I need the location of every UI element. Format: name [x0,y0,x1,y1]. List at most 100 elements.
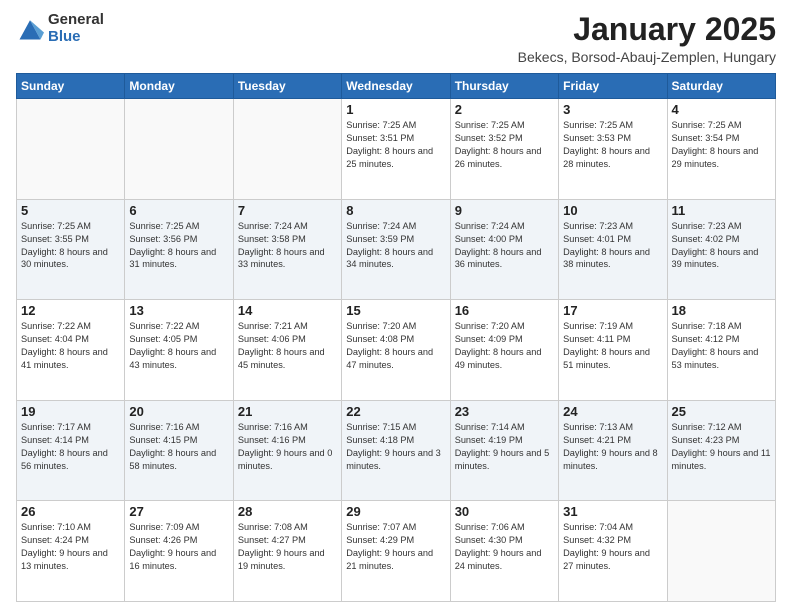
calendar-week-row: 12 Sunrise: 7:22 AM Sunset: 4:04 PM Dayli… [17,300,776,401]
day-number: 26 [21,504,120,519]
day-number: 22 [346,404,445,419]
col-sunday: Sunday [17,74,125,99]
day-number: 16 [455,303,554,318]
table-row: 14 Sunrise: 7:21 AM Sunset: 4:06 PM Dayli… [233,300,341,401]
table-row: 20Sunrise: 7:16 AM Sunset: 4:15 PM Dayli… [125,400,233,501]
day-number: 15 [346,303,445,318]
table-row: 16 Sunrise: 7:20 AM Sunset: 4:09 PM Dayli… [450,300,558,401]
title-month: January 2025 [518,12,776,47]
day-info: Sunrise: 7:25 AM Sunset: 3:52 PM Dayligh… [455,119,554,171]
table-row: 25 Sunrise: 7:12 AM Sunset: 4:23 PM Dayli… [667,400,775,501]
day-info: Sunrise: 7:17 AM Sunset: 4:14 PM Dayligh… [21,421,120,473]
day-number: 14 [238,303,337,318]
col-thursday: Thursday [450,74,558,99]
title-block: January 2025 Bekecs, Borsod-Abauj-Zemple… [518,12,776,65]
day-info: Sunrise: 7:20 AM Sunset: 4:09 PM Dayligh… [455,320,554,372]
calendar-week-row: 1 Sunrise: 7:25 AM Sunset: 3:51 PM Daylig… [17,99,776,200]
day-number: 6 [129,203,228,218]
header: General Blue January 2025 Bekecs, Borsod… [16,12,776,65]
logo-text: General Blue [48,12,104,45]
table-row: 2 Sunrise: 7:25 AM Sunset: 3:52 PM Daylig… [450,99,558,200]
day-info: Sunrise: 7:23 AM Sunset: 4:01 PM Dayligh… [563,220,662,272]
day-info: Sunrise: 7:22 AM Sunset: 4:04 PM Dayligh… [21,320,120,372]
day-number: 7 [238,203,337,218]
table-row: 27 Sunrise: 7:09 AM Sunset: 4:26 PM Dayli… [125,501,233,602]
day-info: Sunrise: 7:24 AM Sunset: 4:00 PM Dayligh… [455,220,554,272]
calendar-table: Sunday Monday Tuesday Wednesday Thursday… [16,73,776,602]
table-row: 28 Sunrise: 7:08 AM Sunset: 4:27 PM Dayli… [233,501,341,602]
day-info: Sunrise: 7:13 AM Sunset: 4:21 PM Dayligh… [563,421,662,473]
day-number: 10 [563,203,662,218]
table-row: 30 Sunrise: 7:06 AM Sunset: 4:30 PM Dayli… [450,501,558,602]
calendar-week-row: 26 Sunrise: 7:10 AM Sunset: 4:24 PM Dayli… [17,501,776,602]
day-info: Sunrise: 7:25 AM Sunset: 3:51 PM Dayligh… [346,119,445,171]
day-number: 8 [346,203,445,218]
table-row: 23Sunrise: 7:14 AM Sunset: 4:19 PM Dayli… [450,400,558,501]
logo-general-text: General [48,12,104,29]
day-info: Sunrise: 7:15 AM Sunset: 4:18 PM Dayligh… [346,421,445,473]
day-number: 1 [346,102,445,117]
day-info: Sunrise: 7:25 AM Sunset: 3:56 PM Dayligh… [129,220,228,272]
day-number: 5 [21,203,120,218]
day-info: Sunrise: 7:21 AM Sunset: 4:06 PM Dayligh… [238,320,337,372]
day-info: Sunrise: 7:25 AM Sunset: 3:53 PM Dayligh… [563,119,662,171]
table-row: 1 Sunrise: 7:25 AM Sunset: 3:51 PM Daylig… [342,99,450,200]
day-number: 13 [129,303,228,318]
day-number: 29 [346,504,445,519]
table-row: 31Sunrise: 7:04 AM Sunset: 4:32 PM Dayli… [559,501,667,602]
table-row: 10 Sunrise: 7:23 AM Sunset: 4:01 PM Dayli… [559,199,667,300]
day-info: Sunrise: 7:18 AM Sunset: 4:12 PM Dayligh… [672,320,771,372]
logo-icon [16,15,44,43]
day-info: Sunrise: 7:10 AM Sunset: 4:24 PM Dayligh… [21,521,120,573]
col-saturday: Saturday [667,74,775,99]
logo: General Blue [16,12,104,45]
day-number: 19 [21,404,120,419]
day-info: Sunrise: 7:12 AM Sunset: 4:23 PM Dayligh… [672,421,771,473]
day-number: 30 [455,504,554,519]
col-monday: Monday [125,74,233,99]
day-number: 17 [563,303,662,318]
table-row: 24 Sunrise: 7:13 AM Sunset: 4:21 PM Dayli… [559,400,667,501]
day-number: 25 [672,404,771,419]
day-number: 24 [563,404,662,419]
table-row [125,99,233,200]
day-number: 18 [672,303,771,318]
table-row [17,99,125,200]
calendar-week-row: 19 Sunrise: 7:17 AM Sunset: 4:14 PM Dayli… [17,400,776,501]
day-info: Sunrise: 7:19 AM Sunset: 4:11 PM Dayligh… [563,320,662,372]
table-row: 9 Sunrise: 7:24 AM Sunset: 4:00 PM Daylig… [450,199,558,300]
col-friday: Friday [559,74,667,99]
table-row: 11 Sunrise: 7:23 AM Sunset: 4:02 PM Dayli… [667,199,775,300]
table-row: 12 Sunrise: 7:22 AM Sunset: 4:04 PM Dayli… [17,300,125,401]
day-info: Sunrise: 7:23 AM Sunset: 4:02 PM Dayligh… [672,220,771,272]
table-row [667,501,775,602]
day-number: 27 [129,504,228,519]
day-info: Sunrise: 7:08 AM Sunset: 4:27 PM Dayligh… [238,521,337,573]
day-info: Sunrise: 7:25 AM Sunset: 3:54 PM Dayligh… [672,119,771,171]
day-number: 4 [672,102,771,117]
day-info: Sunrise: 7:07 AM Sunset: 4:29 PM Dayligh… [346,521,445,573]
day-number: 12 [21,303,120,318]
table-row: 26 Sunrise: 7:10 AM Sunset: 4:24 PM Dayli… [17,501,125,602]
day-info: Sunrise: 7:09 AM Sunset: 4:26 PM Dayligh… [129,521,228,573]
table-row: 4 Sunrise: 7:25 AM Sunset: 3:54 PM Daylig… [667,99,775,200]
logo-blue-text: Blue [48,29,104,46]
day-number: 2 [455,102,554,117]
calendar-week-row: 5Sunrise: 7:25 AM Sunset: 3:55 PM Daylig… [17,199,776,300]
day-info: Sunrise: 7:06 AM Sunset: 4:30 PM Dayligh… [455,521,554,573]
table-row: 21Sunrise: 7:16 AM Sunset: 4:16 PM Dayli… [233,400,341,501]
table-row: 7 Sunrise: 7:24 AM Sunset: 3:58 PM Daylig… [233,199,341,300]
day-number: 3 [563,102,662,117]
day-info: Sunrise: 7:24 AM Sunset: 3:59 PM Dayligh… [346,220,445,272]
table-row: 3 Sunrise: 7:25 AM Sunset: 3:53 PM Daylig… [559,99,667,200]
day-number: 28 [238,504,337,519]
day-info: Sunrise: 7:24 AM Sunset: 3:58 PM Dayligh… [238,220,337,272]
day-number: 11 [672,203,771,218]
table-row: 8 Sunrise: 7:24 AM Sunset: 3:59 PM Daylig… [342,199,450,300]
day-info: Sunrise: 7:04 AM Sunset: 4:32 PM Dayligh… [563,521,662,573]
title-location: Bekecs, Borsod-Abauj-Zemplen, Hungary [518,49,776,65]
table-row: 29 Sunrise: 7:07 AM Sunset: 4:29 PM Dayli… [342,501,450,602]
day-number: 23 [455,404,554,419]
col-wednesday: Wednesday [342,74,450,99]
day-number: 9 [455,203,554,218]
